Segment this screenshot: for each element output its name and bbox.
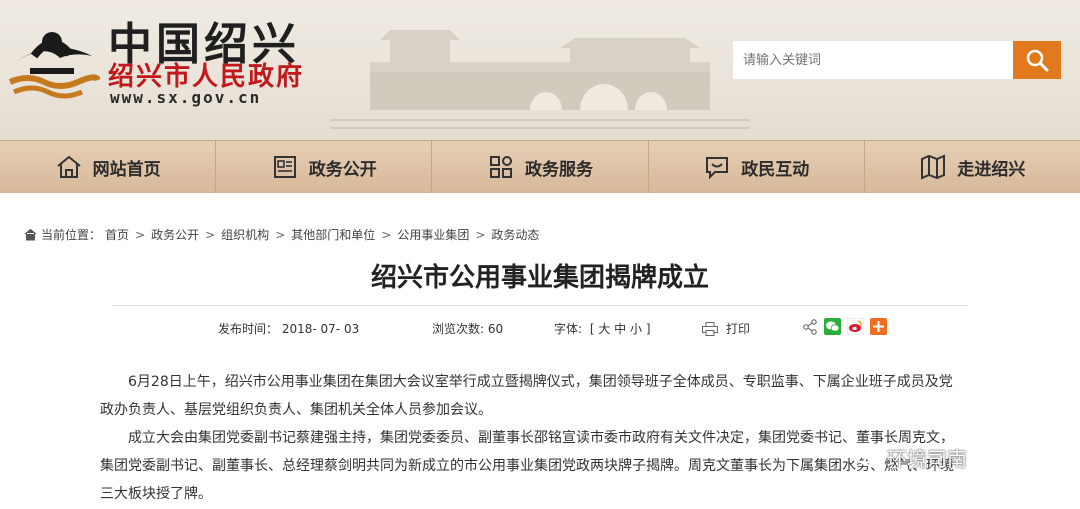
search-icon bbox=[1026, 49, 1049, 72]
views-info: 浏览次数: 60 bbox=[432, 320, 503, 337]
breadcrumb-link[interactable]: 组织机构 bbox=[221, 226, 269, 243]
breadcrumb: 当前位置： 首页 > 政务公开 > 组织机构 > 其他部门和单位 > 公用事业集团 > 政… bbox=[24, 226, 539, 243]
nav-item-gov-affairs[interactable]: 政务公开 bbox=[216, 141, 433, 193]
nav-item-services[interactable]: 政务服务 bbox=[432, 141, 649, 193]
breadcrumb-separator: > bbox=[475, 227, 486, 242]
search-input[interactable] bbox=[733, 41, 1013, 79]
nav-label: 政务公开 bbox=[308, 159, 377, 180]
share-icon[interactable] bbox=[802, 318, 818, 335]
nav-label: 政民互动 bbox=[741, 159, 810, 180]
chat-icon bbox=[706, 157, 729, 180]
font-label: 字体: bbox=[554, 322, 583, 336]
breadcrumb-separator: > bbox=[205, 227, 216, 242]
breadcrumb-separator: > bbox=[381, 227, 392, 242]
breadcrumb-link[interactable]: 政务动态 bbox=[491, 226, 539, 243]
article-paragraph: 成立大会由集团党委副书记蔡建强主持，集团党委委员、副董事长邵铭宣读市委市政府有关… bbox=[100, 430, 954, 502]
nav-item-home[interactable]: 网站首页 bbox=[0, 141, 217, 193]
nav-item-about[interactable]: 走进绍兴 bbox=[865, 141, 1080, 193]
print-label: 打印 bbox=[726, 322, 751, 336]
publish-label: 发布时间： bbox=[218, 322, 279, 336]
breadcrumb-link[interactable]: 公用事业集团 bbox=[397, 226, 469, 243]
watermark: 环境司南 bbox=[855, 443, 967, 472]
site-header: 中国绍兴 绍兴市人民政府 www.sx.gov.cn bbox=[0, 0, 1080, 140]
printer-icon bbox=[702, 321, 718, 336]
font-size-options[interactable]: [ 大 中 小 ] bbox=[590, 322, 651, 336]
nav-label: 政务服务 bbox=[525, 159, 593, 180]
map-icon bbox=[921, 154, 946, 180]
search-button[interactable] bbox=[1013, 41, 1061, 79]
nav-label: 走进绍兴 bbox=[957, 159, 1026, 180]
bridge-banner-image bbox=[330, 30, 750, 129]
publish-date: 2018- 07- 03 bbox=[281, 322, 360, 336]
document-icon bbox=[273, 156, 296, 178]
home-icon bbox=[56, 155, 81, 178]
article-paragraph: 6月28日上午，绍兴市公用事业集团在集团大会议室举行成立暨揭牌仪式，集团领导班子… bbox=[100, 374, 953, 418]
share-bar bbox=[802, 318, 887, 335]
nav-item-interaction[interactable]: 政民互动 bbox=[649, 141, 865, 193]
title-divider bbox=[112, 305, 968, 306]
home-small-icon bbox=[24, 228, 37, 241]
main-nav: 网站首页 政务公开 政务服务 政民互动 走进绍兴 bbox=[0, 140, 1080, 194]
watermark-text: 环境司南 bbox=[887, 447, 967, 471]
wechat-watermark-icon bbox=[855, 447, 880, 467]
breadcrumb-prefix: 当前位置： bbox=[41, 228, 102, 242]
weibo-icon[interactable] bbox=[847, 318, 864, 335]
breadcrumb-link[interactable]: 首页 bbox=[105, 226, 129, 243]
views-label: 浏览次数: bbox=[432, 322, 485, 336]
print-button[interactable]: 打印 bbox=[702, 320, 750, 337]
wechat-icon[interactable] bbox=[824, 318, 841, 335]
publish-info: 发布时间： 2018- 07- 03 bbox=[218, 320, 359, 337]
nav-label: 网站首页 bbox=[92, 159, 161, 180]
breadcrumb-link[interactable]: 其他部门和单位 bbox=[291, 226, 375, 243]
views-count: 60 bbox=[487, 322, 504, 336]
more-share-icon[interactable] bbox=[870, 318, 887, 335]
logo-emblem-icon bbox=[8, 32, 100, 99]
grid-icon bbox=[490, 156, 512, 178]
font-size-control: 字体: [ 大 中 小 ] bbox=[554, 320, 651, 337]
article-title: 绍兴市公用事业集团揭牌成立 bbox=[370, 263, 709, 293]
logo-url: www.sx.gov.cn bbox=[110, 88, 262, 107]
breadcrumb-link[interactable]: 政务公开 bbox=[151, 226, 199, 243]
breadcrumb-separator: > bbox=[135, 227, 146, 242]
breadcrumb-separator: > bbox=[275, 227, 286, 242]
